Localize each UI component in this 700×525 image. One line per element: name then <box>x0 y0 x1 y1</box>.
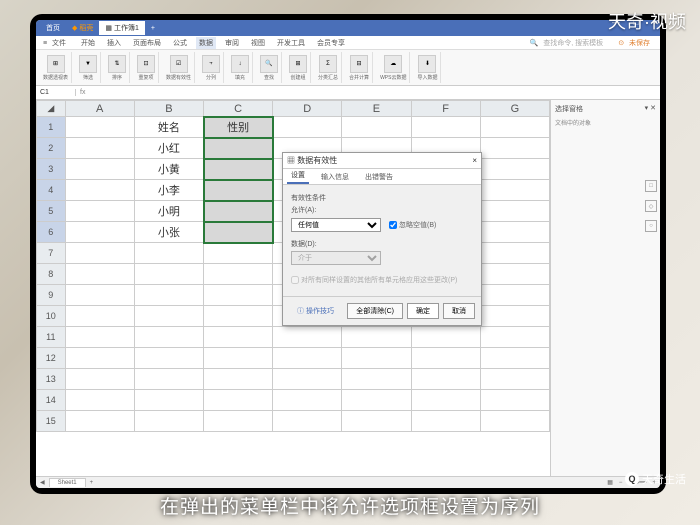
ribbon-dup[interactable]: ⊡ <box>137 55 155 73</box>
sheet-nav-prev[interactable]: ◀ <box>40 479 45 486</box>
cancel-button[interactable]: 取消 <box>443 303 475 319</box>
ignore-blank-checkbox[interactable] <box>389 221 397 229</box>
tablet-frame: 首页 ◆ 稻壳 ▦ 工作簿1 + — □ ✕ ≡ 文件 开始 插入 页面布局 公… <box>30 14 666 494</box>
ribbon: ⊞数据透视表 ▼筛选 ⇅排序 ⊡重复项 ☑数据有效性 ⫟分列 ↓填充 🔍查找 ⊞… <box>36 50 660 86</box>
row-header[interactable]: 10 <box>37 306 66 327</box>
sidepanel-title: 选择窗格 <box>555 104 583 114</box>
ribbon-validate[interactable]: ☑ <box>170 55 188 73</box>
search-hint[interactable]: 🔍 查找命令, 搜索模板 <box>527 37 610 49</box>
sidepanel-close[interactable]: ▾ ✕ <box>645 104 656 114</box>
menu-review[interactable]: 审阅 <box>222 37 242 49</box>
menu-start[interactable]: 开始 <box>78 37 98 49</box>
row-header[interactable]: 14 <box>37 390 66 411</box>
menu-formula[interactable]: 公式 <box>170 37 190 49</box>
tab-workbook[interactable]: ▦ 工作簿1 <box>99 21 145 35</box>
menu-view[interactable]: 视图 <box>248 37 268 49</box>
select-all[interactable]: ◢ <box>37 101 66 117</box>
row-header[interactable]: 5 <box>37 201 66 222</box>
row-header[interactable]: 7 <box>37 243 66 264</box>
tab-daoke[interactable]: ◆ 稻壳 <box>66 21 99 35</box>
row-header[interactable]: 9 <box>37 285 66 306</box>
col-header-b[interactable]: B <box>134 101 203 117</box>
row-header[interactable]: 13 <box>37 369 66 390</box>
data-validation-dialog: ▦ 数据有效性 × 设置 输入信息 出错警告 有效性条件 允许(A): 任何 <box>282 152 482 326</box>
selection-pane: 选择窗格 ▾ ✕ 文档中的对象 □ ◇ ○ <box>550 100 660 476</box>
titlebar: 首页 ◆ 稻壳 ▦ 工作簿1 + — □ ✕ <box>36 20 660 36</box>
dialog-close-button[interactable]: × <box>472 156 477 165</box>
tab-home[interactable]: 首页 <box>40 21 66 35</box>
video-subtitle: 在弹出的菜单栏中将允许选项框设置为序列 <box>0 492 700 519</box>
side-icon-1[interactable]: □ <box>645 180 657 192</box>
unsaved-badge: ⊙ 未保存 <box>615 37 656 49</box>
ok-button[interactable]: 确定 <box>407 303 439 319</box>
view-normal-icon[interactable]: ▦ <box>607 479 613 486</box>
col-header-d[interactable]: D <box>273 101 342 117</box>
menubar: ≡ 文件 开始 插入 页面布局 公式 数据 审阅 视图 开发工具 会员专享 🔍 … <box>36 36 660 50</box>
ribbon-import[interactable]: ⬇ <box>418 55 436 73</box>
menu-file[interactable]: ≡ 文件 <box>40 37 72 49</box>
formula-bar: C1 fx <box>36 86 660 100</box>
ribbon-subtotal[interactable]: Σ <box>319 55 337 73</box>
zoom-out[interactable]: − <box>619 480 623 486</box>
help-button[interactable]: ⓘ 操作技巧 <box>289 303 342 319</box>
ribbon-fill[interactable]: ↓ <box>231 55 249 73</box>
ribbon-sort[interactable]: ⇅ <box>108 55 126 73</box>
watermark-brand2: Q天奇生活 <box>625 471 686 487</box>
ribbon-group[interactable]: ⊞ <box>289 55 307 73</box>
cell-reference[interactable]: C1 <box>36 89 76 96</box>
row-header[interactable]: 3 <box>37 159 66 180</box>
menu-dev[interactable]: 开发工具 <box>274 37 308 49</box>
menu-page[interactable]: 页面布局 <box>130 37 164 49</box>
ribbon-pivot[interactable]: ⊞ <box>47 55 65 73</box>
tab-error-alert[interactable]: 出错警告 <box>361 170 397 184</box>
watermark-brand: 天奇·视频 <box>608 8 686 34</box>
col-header-e[interactable]: E <box>342 101 411 117</box>
dialog-title: ▦ 数据有效性 <box>287 155 337 166</box>
fx-icon[interactable]: fx <box>76 89 89 96</box>
menu-data[interactable]: 数据 <box>196 37 216 49</box>
ribbon-wps[interactable]: ☁ <box>384 55 402 73</box>
menu-insert[interactable]: 插入 <box>104 37 124 49</box>
ribbon-consolidate[interactable]: ⊟ <box>350 55 368 73</box>
row-header[interactable]: 8 <box>37 264 66 285</box>
ribbon-find[interactable]: 🔍 <box>260 55 278 73</box>
row-header[interactable]: 11 <box>37 327 66 348</box>
apply-same-checkbox <box>291 276 299 284</box>
tab-input-message[interactable]: 输入信息 <box>317 170 353 184</box>
row-header[interactable]: 1 <box>37 117 66 138</box>
side-icon-2[interactable]: ◇ <box>645 200 657 212</box>
row-header[interactable]: 15 <box>37 411 66 432</box>
col-header-g[interactable]: G <box>480 101 549 117</box>
sidepanel-text: 文档中的对象 <box>555 118 656 127</box>
ribbon-split[interactable]: ⫟ <box>202 55 220 73</box>
tab-settings[interactable]: 设置 <box>287 168 309 184</box>
dialog-tabs: 设置 输入信息 出错警告 <box>283 169 481 185</box>
col-header-f[interactable]: F <box>411 101 480 117</box>
row-header[interactable]: 6 <box>37 222 66 243</box>
allow-label: 允许(A): <box>291 205 473 215</box>
row-header[interactable]: 2 <box>37 138 66 159</box>
ribbon-filter[interactable]: ▼ <box>79 55 97 73</box>
row-header[interactable]: 4 <box>37 180 66 201</box>
row-header[interactable]: 12 <box>37 348 66 369</box>
col-header-a[interactable]: A <box>65 101 134 117</box>
sheet-add[interactable]: + <box>90 480 94 486</box>
spreadsheet[interactable]: ◢ A B C D E F G 1姓名性别 2小红 3小黄 4小李 5小明 6小… <box>36 100 550 476</box>
menu-member[interactable]: 会员专享 <box>314 37 348 49</box>
sheet-tab[interactable]: Sheet1 <box>49 478 86 487</box>
section-label: 有效性条件 <box>291 193 473 203</box>
data-select: 介于 <box>291 251 381 265</box>
col-header-c[interactable]: C <box>204 101 273 117</box>
data-label: 数据(D): <box>291 239 473 249</box>
side-icon-3[interactable]: ○ <box>645 220 657 232</box>
clear-all-button[interactable]: 全部清除(C) <box>347 303 403 319</box>
screen: 首页 ◆ 稻壳 ▦ 工作簿1 + — □ ✕ ≡ 文件 开始 插入 页面布局 公… <box>36 20 660 488</box>
allow-select[interactable]: 任何值 <box>291 218 381 232</box>
tab-add[interactable]: + <box>145 23 161 34</box>
statusbar: ◀ Sheet1 + ▦ − ━━●━━ + <box>36 476 660 488</box>
